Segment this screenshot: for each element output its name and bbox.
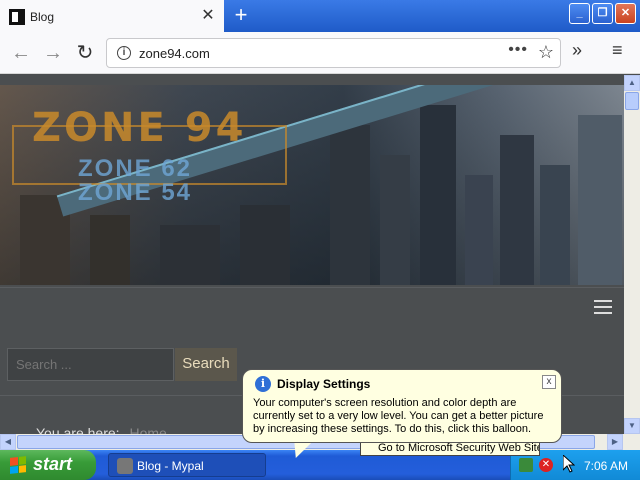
balloon-message[interactable]: Your computer's screen resolution and co…	[253, 397, 555, 436]
tab-title: Blog	[30, 10, 55, 24]
url-text[interactable]: zone94.com	[139, 46, 210, 61]
taskbar-item-label: Blog - Mypal	[137, 459, 204, 473]
scroll-left-arrow-icon[interactable]: ◀	[0, 434, 16, 450]
windows-logo-icon	[10, 456, 26, 474]
bookmark-star-icon[interactable]: ☆	[538, 42, 554, 63]
page-actions-button[interactable]: •••	[508, 41, 528, 59]
tab-blog[interactable]: Blog ✕	[0, 0, 224, 34]
hamburger-menu-button[interactable]: ≡	[612, 40, 623, 61]
header-banner-image: ZONE 94 ZONE 62 ZONE 54	[0, 85, 624, 285]
navigation-bar: ← → ↻ i zone94.com ••• ☆ » ≡	[0, 32, 640, 74]
scrollbar-corner	[624, 434, 640, 450]
header-divider	[0, 287, 624, 288]
network-icon[interactable]	[519, 458, 533, 472]
display-settings-balloon[interactable]: i Display Settings x Your computer's scr…	[242, 369, 562, 443]
restore-button[interactable]: ❐	[592, 3, 613, 24]
close-window-button[interactable]: ✕	[615, 3, 636, 24]
scroll-down-arrow-icon[interactable]: ▼	[624, 418, 640, 434]
mouse-cursor-icon	[562, 453, 576, 473]
browser-tab-bar: Blog ✕ + _ ❐ ✕	[0, 0, 640, 34]
new-tab-button[interactable]: +	[230, 4, 252, 26]
reload-button[interactable]: ↻	[72, 40, 98, 66]
forward-button[interactable]: →	[40, 40, 66, 66]
start-label: start	[33, 454, 73, 474]
favicon-icon	[9, 9, 25, 25]
breadcrumb-label: You are here:	[36, 425, 120, 434]
taskbar-item-mypal[interactable]: Blog - Mypal	[108, 453, 266, 477]
start-button[interactable]: start	[0, 450, 96, 480]
vertical-scrollbar[interactable]: ▲ ▼	[624, 75, 640, 434]
balloon-close-icon[interactable]: x	[542, 375, 556, 389]
desktop: Blog ✕ + _ ❐ ✕ ← → ↻ i zone94.com ••• ☆ …	[0, 0, 640, 480]
scroll-up-arrow-icon[interactable]: ▲	[624, 75, 640, 91]
clock: 7:06 AM	[584, 459, 629, 473]
taskbar: start Blog - Mypal ✕ 7:06 AM	[0, 450, 640, 480]
tab-close-icon[interactable]: ✕	[200, 7, 216, 25]
breadcrumb: You are here: Home	[36, 425, 167, 434]
overflow-menu-button[interactable]: »	[572, 40, 582, 61]
address-bar[interactable]: i zone94.com ••• ☆	[106, 38, 561, 68]
site-menu-icon[interactable]	[594, 300, 612, 314]
minimize-button[interactable]: _	[569, 3, 590, 24]
site-logo[interactable]: ZONE 94	[32, 105, 246, 151]
info-icon: i	[255, 376, 271, 392]
breadcrumb-home-link[interactable]: Home	[129, 425, 166, 434]
security-alert-icon[interactable]: ✕	[539, 458, 553, 472]
mypal-app-icon	[117, 458, 133, 474]
search-button[interactable]: Search	[175, 348, 237, 381]
logo-subtitle-2: ZONE 54	[78, 179, 193, 206]
window-controls: _ ❐ ✕	[569, 3, 636, 24]
info-icon[interactable]: i	[117, 46, 131, 60]
vertical-scroll-thumb[interactable]	[625, 92, 639, 110]
back-button[interactable]: ←	[8, 40, 34, 66]
search-input[interactable]	[7, 348, 174, 381]
balloon-title: Display Settings	[277, 377, 371, 391]
scroll-right-arrow-icon[interactable]: ▶	[607, 434, 623, 450]
